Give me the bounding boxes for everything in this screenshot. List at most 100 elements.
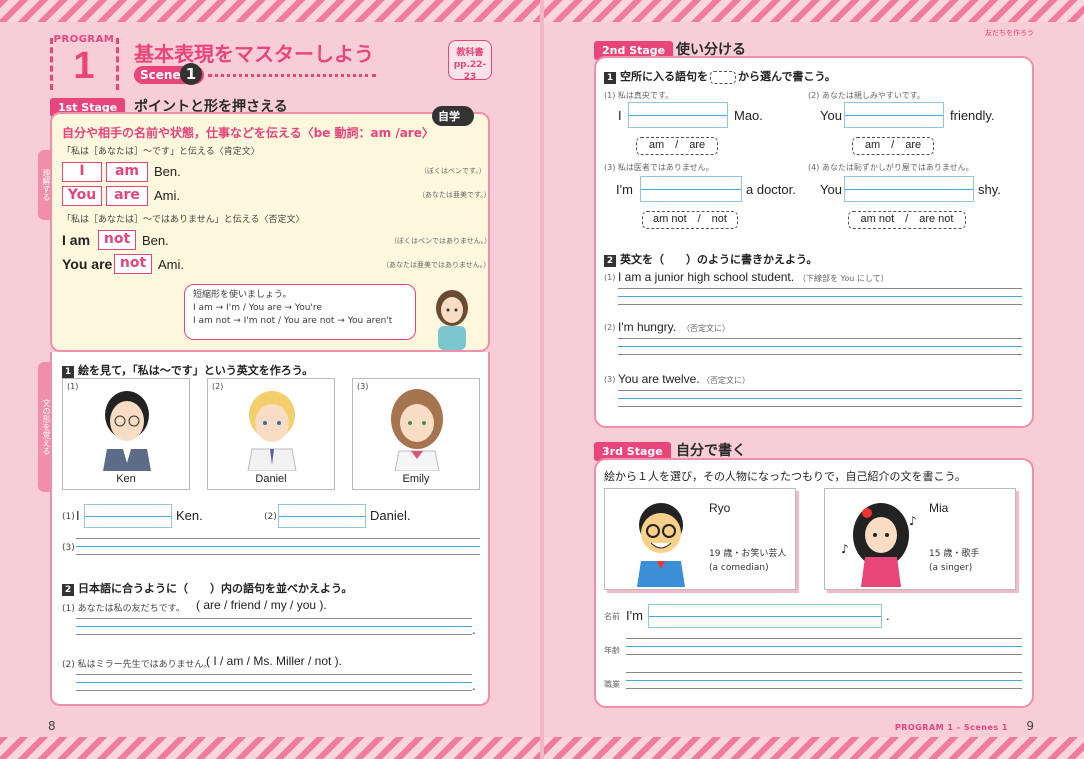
side-tab-memorize: 文の形を覚える [38, 362, 52, 492]
s2-item3-jp: 私は医者ではありません。 [617, 163, 714, 172]
stage2-q1-heading: 1 空所に入る語句を から選んで書こう。 [604, 68, 836, 84]
rewrite2-writing-lines[interactable] [618, 338, 1022, 360]
s2-item1-pre: I [618, 108, 622, 123]
affirm2-subject: You [62, 186, 102, 206]
s2-item2-index: (2) [808, 91, 820, 100]
scenes-number: 1 [180, 63, 202, 85]
affirm1-translation: （ぼくはベンです。） [420, 167, 486, 175]
q2-answer-field[interactable] [278, 504, 366, 528]
ex2-item1-writing-lines[interactable] [76, 618, 472, 636]
s2-item1-jp: 私は真央です。 [617, 91, 674, 100]
card-name: Emily [402, 473, 430, 485]
s2-item4-prompt: (4) あなたは恥ずかしがり屋ではありません。 [808, 162, 974, 173]
s2-item2-prompt: (2) あなたは親しみやすいです。 [808, 90, 925, 101]
ex2-item1-jp: あなたは私の友だちです。 [77, 604, 185, 614]
mia-name: Mia [929, 501, 949, 515]
neg2-rest: Ami. [158, 257, 184, 272]
name-prefix: I'm [626, 608, 643, 623]
rewrite3-index: (3) [604, 375, 616, 384]
rewrite1-writing-lines[interactable] [618, 288, 1022, 310]
exercise1-heading: 1 絵を見て，「私は～です」という英文を作ろう。 [62, 362, 313, 378]
program-badge: PROGRAM 1 [48, 34, 120, 94]
rewrite2-index: (2) [604, 323, 616, 332]
age-writing-lines[interactable] [626, 638, 1022, 660]
ex2-item2-period: . [472, 678, 476, 693]
daniel-illustration [247, 391, 297, 471]
q2-index: (2) [264, 512, 277, 522]
tip-line-1: 短縮形を使いましょう。 [193, 290, 292, 300]
tip-line-3: I am not → I'm not / You are not → You a… [193, 316, 393, 326]
s2-item3-post: a doctor. [746, 182, 796, 197]
ex2-item2-writing-lines[interactable] [76, 674, 472, 692]
rewrite3-note: （否定文に） [702, 376, 750, 385]
s2-item2-pre: You [820, 108, 842, 123]
neg2-subject: You are [62, 256, 113, 272]
s2-item4-pre: You [820, 182, 842, 197]
page-spine [540, 0, 544, 759]
mia-description: 15 歳・歌手 (a singer) [929, 547, 979, 575]
right-page-number: 9 [1026, 719, 1034, 733]
rewrite2-text: I'm hungry. [618, 320, 677, 334]
s2-item1-answer-field[interactable] [628, 102, 728, 128]
s2-item4-jp: あなたは恥ずかしがり屋ではありません。 [821, 163, 974, 172]
mia-desc-line2: (a singer) [929, 563, 973, 573]
program-label: PROGRAM [53, 34, 115, 45]
s2-item4-index: (4) [808, 163, 820, 172]
exercise2-instruction: 日本語に合うように（ ）内の語句を並べかえよう。 [78, 582, 353, 595]
mia-desc-line1: 15 歳・歌手 [929, 549, 980, 559]
job-label: 職業 [604, 680, 620, 689]
s2-item1-index: (1) [604, 91, 616, 100]
left-page-number: 8 [48, 719, 56, 733]
stage2-q2-heading: 2 英文を（ ）のように書きかえよう。 [604, 251, 817, 267]
affirm1-rest: Ben. [154, 164, 181, 179]
exercise2-number: 2 [62, 584, 74, 596]
rewrite3-writing-lines[interactable] [618, 390, 1022, 412]
svg-text:♪: ♪ [909, 514, 917, 528]
emily-illustration [391, 389, 443, 471]
ryo-description: 19 歳・お笑い芸人 (a comedian) [709, 547, 786, 575]
neg1-not: not [98, 230, 136, 250]
job-writing-lines[interactable] [626, 672, 1022, 694]
card-name: Daniel [255, 473, 287, 485]
exercise1-instruction: 絵を見て，「私は～です」という英文を作ろう。 [78, 364, 314, 377]
textbook-reference: 教科書 pp.22-23 [448, 40, 492, 82]
mia-illustration: ♪♪ [841, 503, 917, 587]
affirm2-rest: Ami. [154, 188, 180, 203]
program-number: 1 [73, 45, 95, 87]
picture-card-ken: (1) Ken [62, 378, 190, 490]
rewrite3-text: You are twelve. [618, 372, 700, 386]
s2-item3-answer-field[interactable] [640, 176, 742, 202]
corner-text: 友だちを作ろう [985, 29, 1034, 37]
affirm2-verb: are [106, 186, 148, 206]
neg1-translation: （ぼくはベンではありません。） [390, 237, 492, 245]
card-index: (1) [67, 382, 79, 391]
ex2-item1-words: ( are / friend / my / you ). [196, 598, 327, 612]
q1-answer-field[interactable] [84, 504, 172, 528]
stage2-q1-number: 1 [604, 72, 616, 84]
ryo-name: Ryo [709, 501, 731, 515]
s2-item4-answer-field[interactable] [844, 176, 974, 202]
s2-item3-choices: am not / not [642, 211, 738, 229]
affirmative-note: 「私は［あなたは］～です」と伝える〈肯定文〉 [62, 147, 260, 157]
rewrite2-note: （否定文に） [682, 324, 730, 333]
s2-item3-pre: I'm [616, 182, 633, 197]
card-name: Ken [116, 473, 136, 485]
ryo-desc-line1: 19 歳・お笑い芸人 [709, 549, 787, 559]
grammar-rule: 自分や相手の名前や状態，仕事などを伝える〈be 動詞：am /are〉 [62, 126, 434, 140]
ex2-item2-prompt: (2) 私はミラー先生ではありません。 [62, 657, 212, 670]
textbook-ref-label: 教科書 [456, 48, 484, 58]
name-label: 名前 [604, 612, 620, 621]
exercise1-number: 1 [62, 366, 74, 378]
ex2-item1-period: . [472, 622, 476, 637]
s2-item2-answer-field[interactable] [844, 102, 944, 128]
name-answer-field[interactable] [648, 604, 882, 628]
affirm1-verb: am [106, 162, 148, 182]
s2-item4-choices: am not / are not [848, 211, 966, 229]
rewrite1-note: （下線部を You にして） [798, 274, 889, 283]
q3-writing-lines[interactable] [76, 538, 480, 556]
character-card-ryo: Ryo 19 歳・お笑い芸人 (a comedian) [604, 488, 796, 590]
q1-suffix: Ken. [176, 508, 203, 523]
s2-item4-post: shy. [978, 182, 1001, 197]
card-index: (2) [212, 382, 224, 391]
rewrite1-index: (1) [604, 273, 616, 282]
